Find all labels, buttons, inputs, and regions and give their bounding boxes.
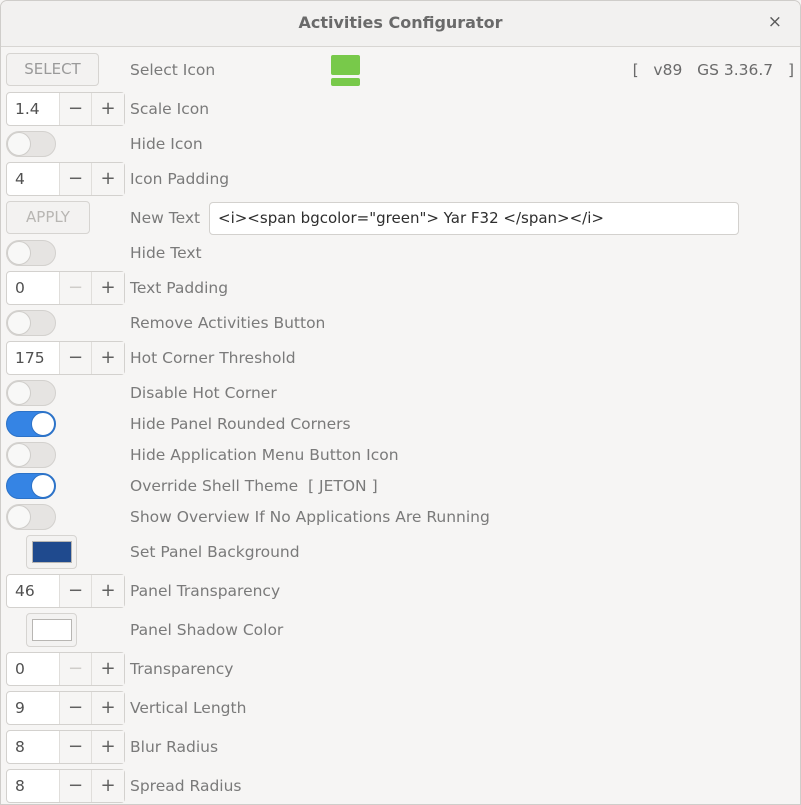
switch-knob <box>7 381 31 405</box>
override-theme-label: Override Shell Theme [ JETON ] <box>130 477 378 495</box>
hot-corner-threshold-value[interactable]: 175 <box>7 342 60 374</box>
hide-app-menu-icon-label: Hide Application Menu Button Icon <box>130 446 399 464</box>
increment-button[interactable]: + <box>92 272 124 304</box>
scale-icon-label: Scale Icon <box>130 100 210 118</box>
panel-background-color-button[interactable] <box>26 535 77 569</box>
transparency-stepper[interactable]: 0 − + <box>6 652 125 686</box>
activities-icon-preview <box>331 55 360 86</box>
icon-padding-stepper[interactable]: 4 − + <box>6 162 125 196</box>
select-icon-button[interactable]: SELECT <box>6 53 99 86</box>
hide-rounded-corners-switch[interactable] <box>6 411 56 437</box>
hide-icon-switch[interactable] <box>6 131 56 157</box>
hot-corner-threshold-stepper[interactable]: 175 − + <box>6 341 125 375</box>
hide-text-label: Hide Text <box>130 244 202 262</box>
vertical-length-label: Vertical Length <box>130 699 247 717</box>
remove-activities-label: Remove Activities Button <box>130 314 326 332</box>
scale-icon-stepper[interactable]: 1.4 − + <box>6 92 125 126</box>
increment-button[interactable]: + <box>92 575 124 607</box>
vertical-length-value[interactable]: 9 <box>7 692 60 724</box>
spread-radius-value[interactable]: 8 <box>7 770 60 802</box>
version-info: [ v89 GS 3.36.7 ] <box>632 61 794 79</box>
blur-radius-label: Blur Radius <box>130 738 219 756</box>
switch-knob <box>7 132 31 156</box>
show-overview-label: Show Overview If No Applications Are Run… <box>130 508 490 526</box>
increment-button[interactable]: + <box>92 692 124 724</box>
decrement-button[interactable]: − <box>60 575 92 607</box>
title-bar[interactable]: Activities Configurator × <box>1 1 800 47</box>
hot-corner-threshold-label: Hot Corner Threshold <box>130 349 296 367</box>
spread-radius-stepper[interactable]: 8 − + <box>6 769 125 803</box>
increment-button[interactable]: + <box>92 770 124 802</box>
increment-button[interactable]: + <box>92 163 124 195</box>
hide-icon-label: Hide Icon <box>130 135 203 153</box>
override-theme-switch[interactable] <box>6 473 56 499</box>
panel-background-label: Set Panel Background <box>130 543 300 561</box>
hide-rounded-corners-label: Hide Panel Rounded Corners <box>130 415 351 433</box>
panel-shadow-color-label: Panel Shadow Color <box>130 621 284 639</box>
show-overview-switch[interactable] <box>6 504 56 530</box>
decrement-button[interactable]: − <box>60 163 92 195</box>
text-padding-stepper[interactable]: 0 − + <box>6 271 125 305</box>
configurator-window: Activities Configurator × SELECT Select … <box>0 0 801 805</box>
panel-transparency-value[interactable]: 46 <box>7 575 60 607</box>
scale-icon-value[interactable]: 1.4 <box>7 93 60 125</box>
switch-knob <box>7 505 31 529</box>
disable-hot-corner-switch[interactable] <box>6 380 56 406</box>
decrement-button[interactable]: − <box>60 731 92 763</box>
disable-hot-corner-label: Disable Hot Corner <box>130 384 277 402</box>
panel-shadow-color-button[interactable] <box>26 613 77 647</box>
decrement-button[interactable]: − <box>60 93 92 125</box>
new-text-label: New Text <box>130 209 201 227</box>
switch-knob <box>7 241 31 265</box>
text-padding-label: Text Padding <box>130 279 229 297</box>
icon-padding-value[interactable]: 4 <box>7 163 60 195</box>
switch-knob <box>7 311 31 335</box>
decrement-button[interactable]: − <box>60 770 92 802</box>
switch-knob <box>31 412 55 436</box>
close-icon[interactable]: × <box>768 12 782 32</box>
icon-padding-label: Icon Padding <box>130 170 230 188</box>
decrement-button[interactable]: − <box>60 272 92 304</box>
decrement-button[interactable]: − <box>60 692 92 724</box>
vertical-length-stepper[interactable]: 9 − + <box>6 691 125 725</box>
text-padding-value[interactable]: 0 <box>7 272 60 304</box>
panel-transparency-label: Panel Transparency <box>130 582 281 600</box>
panel-shadow-swatch <box>32 619 72 641</box>
panel-transparency-stepper[interactable]: 46 − + <box>6 574 125 608</box>
blur-radius-value[interactable]: 8 <box>7 731 60 763</box>
hide-app-menu-icon-switch[interactable] <box>6 442 56 468</box>
blur-radius-stepper[interactable]: 8 − + <box>6 730 125 764</box>
increment-button[interactable]: + <box>92 653 124 685</box>
decrement-button[interactable]: − <box>60 342 92 374</box>
increment-button[interactable]: + <box>92 342 124 374</box>
transparency-value[interactable]: 0 <box>7 653 60 685</box>
remove-activities-switch[interactable] <box>6 310 56 336</box>
panel-background-swatch <box>32 541 72 563</box>
new-text-input[interactable]: <i><span bgcolor="green"> Yar F32 </span… <box>209 202 739 235</box>
decrement-button[interactable]: − <box>60 653 92 685</box>
hide-text-switch[interactable] <box>6 240 56 266</box>
switch-knob <box>7 443 31 467</box>
transparency-label: Transparency <box>130 660 234 678</box>
spread-radius-label: Spread Radius <box>130 777 242 795</box>
switch-knob <box>31 474 55 498</box>
icon-preview-bottom <box>331 78 360 86</box>
window-title: Activities Configurator <box>298 13 503 32</box>
icon-preview-top <box>331 55 360 75</box>
increment-button[interactable]: + <box>92 93 124 125</box>
increment-button[interactable]: + <box>92 731 124 763</box>
select-icon-label: Select Icon <box>130 61 216 79</box>
apply-text-button[interactable]: APPLY <box>6 201 90 234</box>
